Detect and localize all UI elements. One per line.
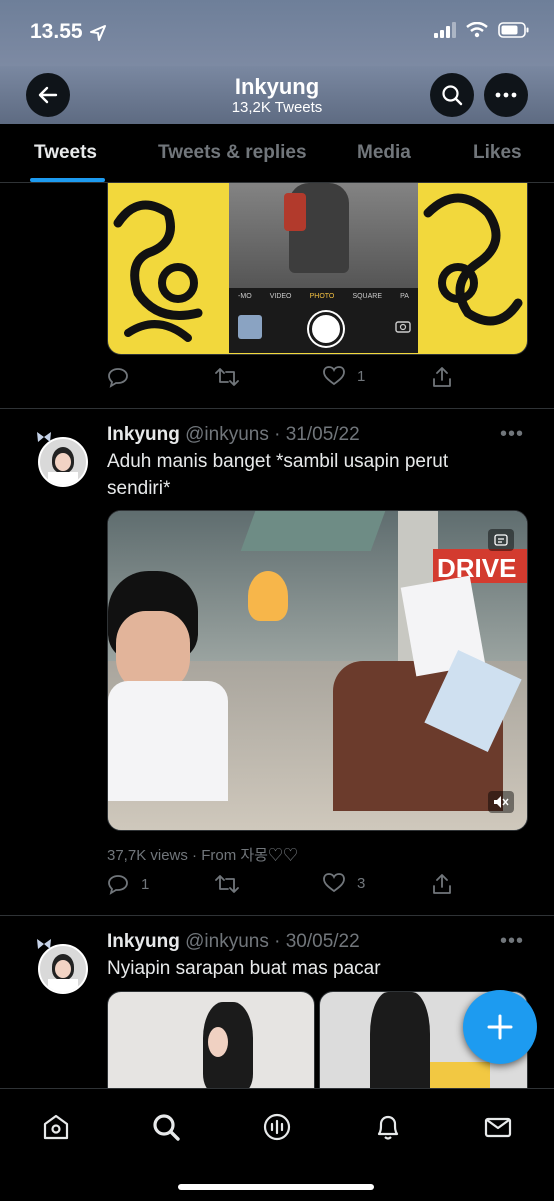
plus-icon <box>487 1014 513 1040</box>
tweet-divider <box>0 408 554 409</box>
tab-tweets[interactable]: Tweets <box>34 142 97 164</box>
bow-icon <box>37 939 51 949</box>
retweet-icon <box>215 368 239 386</box>
heart-icon <box>323 366 345 386</box>
share-icon <box>433 367 451 387</box>
search-icon <box>442 85 463 106</box>
profile-tabs: Tweets Tweets & replies Media Likes <box>0 124 554 183</box>
like-button[interactable]: 1 <box>323 366 365 386</box>
tweet-more-button[interactable]: ••• <box>500 423 524 446</box>
more-icon <box>495 92 517 98</box>
tweet-more-button[interactable]: ••• <box>500 930 524 953</box>
camera-mode-bar: -MO VIDEO PHOTO SQUARE PA <box>229 293 418 300</box>
avatar[interactable] <box>38 944 88 994</box>
tab-media[interactable]: Media <box>357 142 411 164</box>
balloon <box>248 571 288 621</box>
handle-date: @inkyuns · 31/05/22 <box>185 424 360 445</box>
retweet-button[interactable] <box>215 873 239 895</box>
phone-case <box>284 193 306 231</box>
share-button[interactable] <box>431 873 453 895</box>
tweet-actions: 1 3 <box>107 873 527 899</box>
avatar[interactable] <box>38 437 88 487</box>
mail-icon <box>484 1117 512 1138</box>
tab-tweets-replies[interactable]: Tweets & replies <box>158 142 307 164</box>
location-arrow-icon <box>90 25 106 41</box>
reply-button[interactable] <box>107 366 129 388</box>
share-icon <box>433 874 451 894</box>
camera-mode: VIDEO <box>269 293 292 300</box>
tweet-video[interactable]: DRIVE <box>107 510 528 831</box>
retweet-button[interactable] <box>215 366 239 388</box>
like-count: 3 <box>357 874 366 892</box>
battery-icon <box>498 22 529 38</box>
spaces-icon <box>263 1113 291 1141</box>
camera-mode: PA <box>400 293 409 300</box>
person-face <box>116 611 190 691</box>
mute-button[interactable] <box>488 791 514 813</box>
handle-date: @inkyuns · 30/05/22 <box>185 931 360 952</box>
nav-notifications[interactable] <box>368 1107 408 1147</box>
display-name[interactable]: Inkyung <box>107 424 180 445</box>
status-bar: 13.55 <box>0 0 554 66</box>
search-icon <box>153 1114 180 1141</box>
bow-icon <box>37 432 51 442</box>
wifi-icon <box>466 22 488 38</box>
shutter-button <box>309 312 343 346</box>
like-button[interactable]: 3 <box>323 873 365 893</box>
bell-icon <box>377 1115 399 1140</box>
status-time: 13.55 <box>30 20 83 43</box>
muted-speaker-icon <box>494 796 509 808</box>
profile-header: Inkyung 13,2K Tweets <box>0 66 554 124</box>
tweet-text: Nyiapin sarapan buat mas pacar <box>107 958 381 979</box>
reply-count: 1 <box>141 875 150 893</box>
tweet-feed[interactable]: -MO VIDEO PHOTO SQUARE PA 1 Inkyung @ink… <box>0 183 554 1088</box>
tweet-divider <box>0 915 554 916</box>
share-button[interactable] <box>431 366 453 388</box>
drive-sign: DRIVE <box>433 549 527 583</box>
reply-button[interactable]: 1 <box>107 873 149 895</box>
person-shirt <box>108 681 228 801</box>
nav-spaces[interactable] <box>257 1107 297 1147</box>
tab-likes[interactable]: Likes <box>473 142 522 164</box>
signal-icon <box>434 22 456 38</box>
tweet-photo-1[interactable] <box>107 991 315 1088</box>
gallery-thumbnail <box>238 315 262 339</box>
search-button[interactable] <box>430 73 474 117</box>
home-icon <box>43 1114 69 1140</box>
like-count: 1 <box>357 367 366 385</box>
camera-mode: -MO <box>238 293 252 300</box>
display-name[interactable]: Inkyung <box>107 931 180 952</box>
nav-search[interactable] <box>146 1107 186 1147</box>
previous-tweet-actions: 1 <box>107 366 527 392</box>
camera-screen: -MO VIDEO PHOTO SQUARE PA <box>229 183 418 353</box>
reply-icon <box>108 368 128 388</box>
camera-preview <box>229 183 418 288</box>
caption-button[interactable] <box>488 529 514 551</box>
captions-icon <box>494 534 508 546</box>
nav-home[interactable] <box>36 1107 76 1147</box>
reply-icon <box>108 875 128 895</box>
nav-messages[interactable] <box>478 1107 518 1147</box>
video-views: 37,7K views · From 자몽♡♡ <box>107 847 298 864</box>
more-options-button[interactable] <box>484 73 528 117</box>
previous-tweet-image[interactable]: -MO VIDEO PHOTO SQUARE PA <box>107 183 528 355</box>
camera-mode: SQUARE <box>352 293 382 300</box>
retweet-icon <box>215 875 239 893</box>
heart-icon <box>323 873 345 893</box>
tweet-text: Aduh manis banget *sambil usapin perut s… <box>107 451 449 499</box>
home-indicator <box>178 1184 374 1190</box>
compose-tweet-button[interactable] <box>463 990 537 1064</box>
camera-mode: PHOTO <box>309 293 335 300</box>
active-tab-indicator <box>30 178 105 182</box>
camera-switch-icon <box>395 321 411 333</box>
